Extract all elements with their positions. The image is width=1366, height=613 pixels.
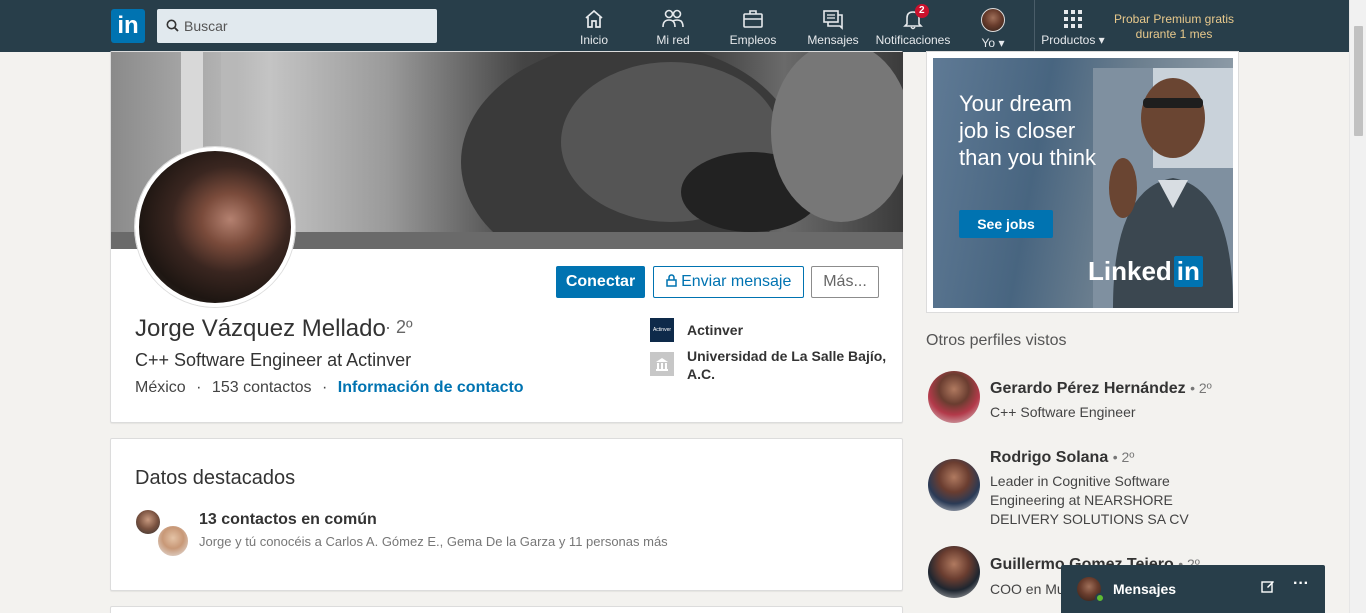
search-box[interactable] [157,9,437,43]
ad-brand-in: in [1173,256,1203,287]
lock-icon [665,274,677,287]
profile-name-rodrigo[interactable]: Rodrigo Solana • 2º [990,449,1134,467]
network-icon [662,9,684,28]
scrollbar[interactable] [1349,0,1366,613]
profile-card: Conectar Enviar mensaje Más... Jorge Váz… [110,51,903,423]
compose-icon[interactable] [1261,579,1275,598]
mutual-avatar-2 [156,524,190,558]
online-status-dot [1095,593,1105,603]
nav-home[interactable]: Inicio [577,8,611,50]
messaging-icon [823,10,843,30]
nav-me[interactable]: Yo ▾ [976,8,1010,50]
nav-notifications[interactable]: 2 Notificaciones [874,4,952,50]
company-name[interactable]: Actinver [687,321,743,339]
contact-info-link[interactable]: Información de contacto [338,379,524,396]
profile-degree: • 2º [1190,380,1212,396]
messaging-title: Mensajes [1113,581,1177,597]
grid-icon [1064,10,1082,28]
profile-photo-rodrigo[interactable] [928,459,980,511]
profile-headline: C++ Software Engineer at Actinver [135,350,412,370]
send-message-button[interactable]: Enviar mensaje [653,266,804,298]
ad-headline: Your dream job is closer than you think [959,91,1096,170]
chevron-down-icon: ▾ [1098,33,1105,47]
nav-network-label: Mi red [656,33,690,47]
premium-link[interactable]: Probar Premium gratis durante 1 mes [1108,12,1240,42]
ad-image: Your dream job is closer than you think … [933,58,1233,308]
linkedin-ad-logo: Linked in [1088,256,1203,287]
profile-name-text: Rodrigo Solana [990,449,1109,466]
nav-divider [1034,0,1035,52]
nav-products-label: Productos [1041,33,1096,47]
linkedin-logo[interactable]: in [111,9,145,43]
connection-degree: · 2º [385,317,413,337]
nav-jobs-label: Empleos [729,33,777,47]
search-input[interactable] [184,9,429,43]
profile-headline-rodrigo: Leader in Cognitive Software Engineering… [990,473,1189,527]
ad-brand-text: Linked [1088,256,1172,286]
search-icon [166,19,179,32]
other-profiles-title: Otros perfiles vistos [926,332,1067,349]
top-nav: in Inicio Mi red Empleos Mensajes 2 Noti… [0,0,1366,52]
avatar [981,8,1005,32]
company-logo[interactable]: Actinver [650,318,674,342]
messaging-bar[interactable]: Mensajes ··· [1061,565,1325,613]
nav-messaging-label: Mensajes [807,33,859,47]
jobs-icon [743,10,763,28]
profile-photo-guillermo[interactable] [928,546,980,598]
nav-home-label: Inicio [579,33,608,47]
mutual-connections-desc: Jorge y tú conocéis a Carlos A. Gómez E.… [199,534,668,549]
profile-meta: México · 153 contactos · Información de … [135,379,524,397]
mutual-connections-title[interactable]: 13 contactos en común [199,511,377,529]
highlights-title: Datos destacados [135,467,296,489]
more-icon[interactable]: ··· [1293,575,1309,593]
nav-network[interactable]: Mi red [652,8,694,50]
ad-banner[interactable]: Your dream job is closer than you think … [926,51,1239,313]
nav-jobs[interactable]: Empleos [729,8,777,50]
highlights-card: Datos destacados 13 contactos en común J… [110,438,903,591]
school-icon [656,358,668,371]
profile-headline-gerardo: C++ Software Engineer [990,404,1136,420]
profile-photo-gerardo[interactable] [928,371,980,423]
notifications-badge: 2 [915,4,929,18]
connect-button[interactable]: Conectar [556,266,645,298]
send-message-label: Enviar mensaje [681,273,792,290]
next-card [110,606,903,613]
profile-photo[interactable] [135,147,295,307]
profile-name: Jorge Vázquez Mellado [135,315,386,342]
profile-degree: • 2º [1112,449,1135,465]
profile-name-gerardo[interactable]: Gerardo Pérez Hernández • 2º [990,380,1212,398]
nav-notifications-label: Notificaciones [875,33,951,47]
mutual-avatar-1 [135,509,161,535]
meta-separator: · [322,379,328,396]
profile-connections[interactable]: 153 contactos [212,379,312,396]
scrollbar-thumb[interactable] [1354,26,1363,136]
school-name[interactable]: Universidad de La Salle Bajío, A.C. [687,347,887,383]
chevron-down-icon: ▾ [998,36,1005,50]
see-jobs-button[interactable]: See jobs [959,210,1053,238]
nav-products[interactable]: Productos ▾ [1036,8,1110,50]
more-button[interactable]: Más... [811,266,879,298]
home-icon [585,9,603,28]
nav-messaging[interactable]: Mensajes [807,8,859,50]
meta-separator: · [196,379,202,396]
profile-location: México [135,379,186,396]
school-logo[interactable] [650,352,674,376]
profile-name-text: Gerardo Pérez Hernández [990,380,1186,397]
nav-me-label: Yo [981,36,996,50]
